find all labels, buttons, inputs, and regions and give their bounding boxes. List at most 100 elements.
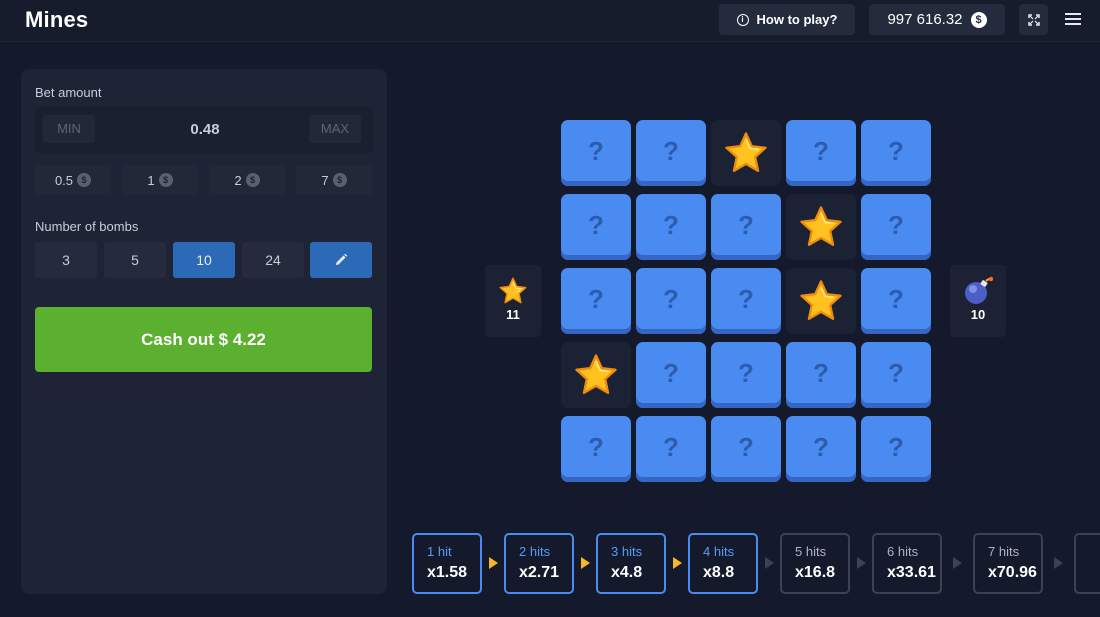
bomb-option-24[interactable]: 24 xyxy=(242,242,304,278)
multiplier-hits: 1 hit xyxy=(427,544,452,559)
question-mark: ? xyxy=(663,283,679,314)
multiplier-value: x16.8 xyxy=(795,564,836,581)
hidden-tile[interactable]: ? xyxy=(786,416,856,482)
question-mark: ? xyxy=(663,431,679,462)
fullscreen-icon xyxy=(1027,13,1040,26)
revealed-star-tile xyxy=(711,120,781,186)
custom-bombs-button[interactable] xyxy=(310,242,372,278)
balance-display: 997 616.32 $ xyxy=(869,4,1005,35)
hidden-tile[interactable]: ? xyxy=(636,268,706,334)
star-icon xyxy=(798,204,844,250)
bomb-option-10[interactable]: 10 xyxy=(173,242,235,278)
question-mark: ? xyxy=(888,283,904,314)
top-bar: Mines i How to play? 997 616.32 $ xyxy=(0,0,1100,42)
hidden-tile[interactable]: ? xyxy=(561,268,631,334)
bet-amount-value[interactable]: 0.48 xyxy=(155,107,255,153)
chevron-right-icon xyxy=(765,557,774,569)
star-icon xyxy=(723,130,769,176)
question-mark: ? xyxy=(738,431,754,462)
revealed-star-tile xyxy=(561,342,631,408)
star-icon xyxy=(499,277,527,304)
max-button[interactable]: MAX xyxy=(309,115,361,143)
hidden-tile[interactable]: ? xyxy=(636,416,706,482)
hidden-tile[interactable]: ? xyxy=(786,120,856,186)
hidden-tile[interactable]: ? xyxy=(861,194,931,260)
hidden-tile[interactable]: ? xyxy=(636,342,706,408)
chevron-right-icon xyxy=(1054,557,1063,569)
dollar-coin-icon: $ xyxy=(158,173,173,187)
multiplier-value: x4.8 xyxy=(611,564,643,581)
bomb-option-5[interactable]: 5 xyxy=(104,242,166,278)
stars-remaining-counter: 11 xyxy=(485,265,541,337)
multiplier-hits: 6 hits xyxy=(887,544,919,559)
multiplier-hits: 4 hits xyxy=(703,544,735,559)
multiplier-value: x70.96 xyxy=(988,564,1037,581)
multiplier-hits: 2 hits xyxy=(519,544,551,559)
stars-remaining-count: 11 xyxy=(506,307,520,322)
hidden-tile[interactable]: ? xyxy=(561,416,631,482)
question-mark: ? xyxy=(888,135,904,166)
question-mark: ? xyxy=(588,209,604,240)
hidden-tile[interactable]: ? xyxy=(561,120,631,186)
hidden-tile[interactable]: ? xyxy=(711,268,781,334)
hidden-tile[interactable]: ? xyxy=(711,416,781,482)
hidden-tile[interactable]: ? xyxy=(561,194,631,260)
multiplier-card: 5 hits x16.8 xyxy=(780,533,850,594)
fullscreen-button[interactable] xyxy=(1019,4,1048,35)
hidden-tile[interactable]: ? xyxy=(711,342,781,408)
question-mark: ? xyxy=(588,431,604,462)
menu-button[interactable] xyxy=(1060,8,1086,30)
hidden-tile[interactable]: ? xyxy=(636,194,706,260)
question-mark: ? xyxy=(738,209,754,240)
how-to-play-button[interactable]: i How to play? xyxy=(719,4,855,35)
multiplier-hits: 5 hits xyxy=(795,544,827,559)
hidden-tile[interactable]: ? xyxy=(636,120,706,186)
chevron-right-icon xyxy=(953,557,962,569)
multiplier-value: x2.71 xyxy=(519,564,560,581)
chevron-right-icon xyxy=(489,557,498,569)
bet-panel: Bet amount MIN 0.48 MAX 0.5 $ 1 $ 2 $ 7 … xyxy=(21,69,387,594)
hidden-tile[interactable]: ? xyxy=(711,194,781,260)
multiplier-card: 3 hits x4.8 xyxy=(596,533,666,594)
bombs-count-label: Number of bombs xyxy=(35,219,139,234)
hidden-tile[interactable]: ? xyxy=(861,120,931,186)
question-mark: ? xyxy=(663,209,679,240)
question-mark: ? xyxy=(738,357,754,388)
info-icon: i xyxy=(736,13,749,26)
multiplier-value: x33.61 xyxy=(887,564,936,581)
multiplier-card: 6 hits x33.61 xyxy=(872,533,942,594)
min-button[interactable]: MIN xyxy=(43,115,95,143)
quick-bet-chip[interactable]: 2 $ xyxy=(209,165,285,195)
dollar-coin-icon: $ xyxy=(332,173,347,187)
quick-bet-chip[interactable]: 1 $ xyxy=(122,165,198,195)
bombs-counter: 10 xyxy=(950,265,1006,337)
question-mark: ? xyxy=(813,431,829,462)
quick-bet-chip[interactable]: 0.5 $ xyxy=(35,165,111,195)
star-icon xyxy=(798,278,844,324)
quick-bet-chip[interactable]: 7 $ xyxy=(296,165,372,195)
bet-amount-label: Bet amount xyxy=(35,85,102,100)
bet-amount-field[interactable]: MIN 0.48 MAX xyxy=(35,107,373,153)
multiplier-hits: 3 hits xyxy=(611,544,643,559)
hidden-tile[interactable]: ? xyxy=(861,268,931,334)
multiplier-card-partial xyxy=(1074,533,1100,594)
chevron-right-icon xyxy=(581,557,590,569)
revealed-star-tile xyxy=(786,194,856,260)
balance-value: 997 616.32 xyxy=(887,11,963,28)
star-icon xyxy=(573,352,619,398)
question-mark: ? xyxy=(663,357,679,388)
dollar-coin-icon: $ xyxy=(245,173,260,187)
multiplier-card: 1 hit x1.58 xyxy=(412,533,482,594)
hidden-tile[interactable]: ? xyxy=(786,342,856,408)
cash-out-button[interactable]: Cash out $ 4.22 xyxy=(35,307,372,372)
app-title: Mines xyxy=(25,7,89,32)
hidden-tile[interactable]: ? xyxy=(861,416,931,482)
hidden-tile[interactable]: ? xyxy=(861,342,931,408)
pencil-icon xyxy=(336,253,348,265)
multiplier-card: 7 hits x70.96 xyxy=(973,533,1043,594)
question-mark: ? xyxy=(888,209,904,240)
question-mark: ? xyxy=(738,283,754,314)
chip-value: 1 xyxy=(147,172,155,188)
multiplier-hits: 7 hits xyxy=(988,544,1020,559)
bomb-option-3[interactable]: 3 xyxy=(35,242,97,278)
